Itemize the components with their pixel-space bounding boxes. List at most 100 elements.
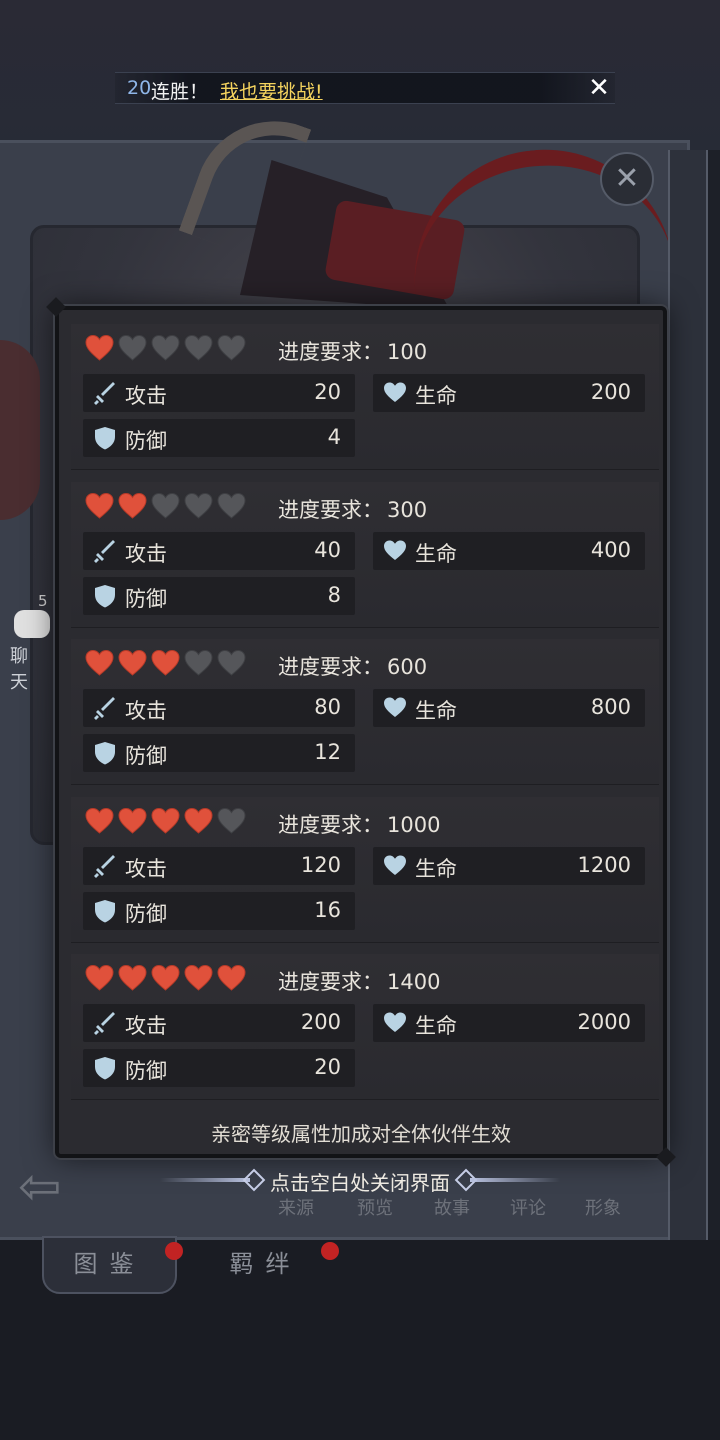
attack-stat-value: 200 (300, 1010, 341, 1034)
attack-stat-value: 20 (314, 380, 341, 404)
heart-filled-icon (118, 649, 147, 677)
attack-stat: 攻击 20 (83, 374, 355, 412)
defense-stat-value: 16 (314, 897, 341, 922)
requirement-label: 进度要求： (278, 655, 383, 679)
tab-codex[interactable]: 图鉴 (42, 1236, 183, 1294)
menu-item-comment[interactable]: 评论 (510, 1194, 546, 1220)
heart-filled-icon (118, 964, 147, 992)
requirement-value: 300 (387, 497, 428, 522)
card-close-icon[interactable]: ✕ (600, 152, 654, 206)
tier-row: 进度要求： 300 攻击 40 生命 400 防御 8 (71, 481, 659, 628)
tier-row: 进度要求： 600 攻击 80 生命 800 防御 12 (71, 639, 659, 785)
requirement-label: 进度要求： (278, 812, 383, 837)
sword-icon (93, 538, 117, 564)
heart-filled-icon (151, 807, 180, 835)
attack-stat-value: 120 (300, 852, 341, 877)
health-stat-label: 生命 (415, 699, 457, 723)
requirement-value: 100 (387, 340, 428, 364)
tier-row: 进度要求： 1400 攻击 200 生命 2000 防御 20 (71, 954, 659, 1100)
requirement-label: 进度要求： (278, 970, 383, 994)
card-side-pillar (668, 150, 708, 1240)
heart-filled-icon (85, 334, 114, 362)
heart-rating (85, 807, 246, 837)
health-stat-label: 生命 (415, 384, 457, 408)
health-stat-label: 生命 (415, 541, 457, 566)
defense-stat-label: 防御 (125, 901, 167, 926)
heart-filled-icon (85, 492, 114, 520)
attack-stat-label: 攻击 (125, 856, 167, 881)
health-stat: 生命 200 (373, 374, 645, 412)
tab-codex-label: 图鉴 (73, 1250, 146, 1278)
menu-item-preview[interactable]: 预览 (357, 1194, 393, 1220)
health-stat-value: 1200 (577, 852, 631, 877)
heart-filled-icon (184, 964, 213, 992)
menu-item-appearance[interactable]: 形象 (585, 1194, 621, 1220)
close-hint[interactable]: 点击空白处关闭界面 (160, 1164, 560, 1196)
defense-stat-value: 20 (314, 1055, 341, 1079)
menu-item-source[interactable]: 来源 (278, 1194, 314, 1220)
heart-filled-icon (85, 807, 114, 835)
tier-row: 进度要求： 100 攻击 20 生命 200 防御 4 (71, 324, 659, 470)
back-arrow-icon[interactable]: ⇦ (18, 1160, 98, 1214)
tab-bond[interactable]: 羁绊 (198, 1236, 339, 1294)
defense-stat-value: 8 (327, 582, 341, 607)
attack-stat-label: 攻击 (125, 541, 167, 566)
sword-icon (93, 853, 117, 879)
heart-empty-icon (217, 649, 246, 677)
sword-icon (93, 1010, 117, 1036)
defense-stat: 防御 8 (83, 576, 355, 615)
heart-empty-icon (217, 492, 246, 520)
health-stat: 生命 1200 (373, 846, 645, 885)
heart-icon (383, 695, 407, 721)
defense-stat: 防御 4 (83, 419, 355, 457)
chat-badge: 5 (38, 592, 48, 610)
attack-stat-value: 80 (314, 695, 341, 719)
heart-empty-icon (184, 649, 213, 677)
health-stat: 生命 400 (373, 531, 645, 570)
progress-requirement: 进度要求： 100 (278, 336, 427, 366)
shield-icon (93, 425, 117, 451)
attack-stat-label: 攻击 (125, 1014, 167, 1038)
challenge-link[interactable]: 我也要挑战! (220, 77, 323, 104)
sword-icon (93, 380, 117, 406)
heart-rating (85, 492, 246, 522)
chat-label: 聊天 (10, 646, 34, 693)
health-stat-value: 200 (590, 380, 631, 404)
heart-rating (85, 649, 246, 679)
progress-requirement: 进度要求： 300 (278, 494, 427, 524)
side-avatar-art (0, 340, 40, 520)
heart-rating (85, 964, 246, 994)
ornament-left (160, 1178, 250, 1182)
defense-stat: 防御 20 (83, 1049, 355, 1087)
sword-icon (93, 695, 117, 721)
shield-icon (93, 740, 117, 766)
tab-bond-label: 羁绊 (229, 1250, 302, 1278)
chat-side-button[interactable]: 5 聊天 (4, 592, 56, 693)
heart-empty-icon (184, 334, 213, 362)
intimacy-bonus-modal: 进度要求： 100 攻击 20 生命 200 防御 4 进度要求： 300 攻击 40 生命 400 防御 8… (55, 306, 667, 1158)
requirement-value: 1000 (387, 812, 441, 837)
heart-empty-icon (151, 492, 180, 520)
heart-empty-icon (151, 334, 180, 362)
heart-empty-icon (217, 334, 246, 362)
close-hint-text: 点击空白处关闭界面 (270, 1171, 450, 1195)
defense-stat-value: 4 (327, 425, 341, 449)
heart-filled-icon (118, 807, 147, 835)
heart-filled-icon (85, 964, 114, 992)
heart-filled-icon (85, 649, 114, 677)
announcement-bar: 20 连胜！ 我也要挑战! ✕ (115, 72, 615, 104)
defense-stat-label: 防御 (125, 586, 167, 611)
heart-empty-icon (184, 492, 213, 520)
close-x-icon[interactable]: ✕ (585, 74, 613, 102)
tab-codex-notification-dot (165, 1242, 183, 1260)
heart-filled-icon (151, 964, 180, 992)
heart-filled-icon (217, 964, 246, 992)
defense-stat: 防御 12 (83, 734, 355, 772)
heart-filled-icon (151, 649, 180, 677)
heart-icon (383, 1010, 407, 1036)
menu-item-story[interactable]: 故事 (434, 1194, 470, 1220)
attack-stat: 攻击 200 (83, 1004, 355, 1042)
health-stat-value: 800 (590, 695, 631, 719)
ornament-right (470, 1178, 560, 1182)
attack-stat-label: 攻击 (125, 699, 167, 723)
